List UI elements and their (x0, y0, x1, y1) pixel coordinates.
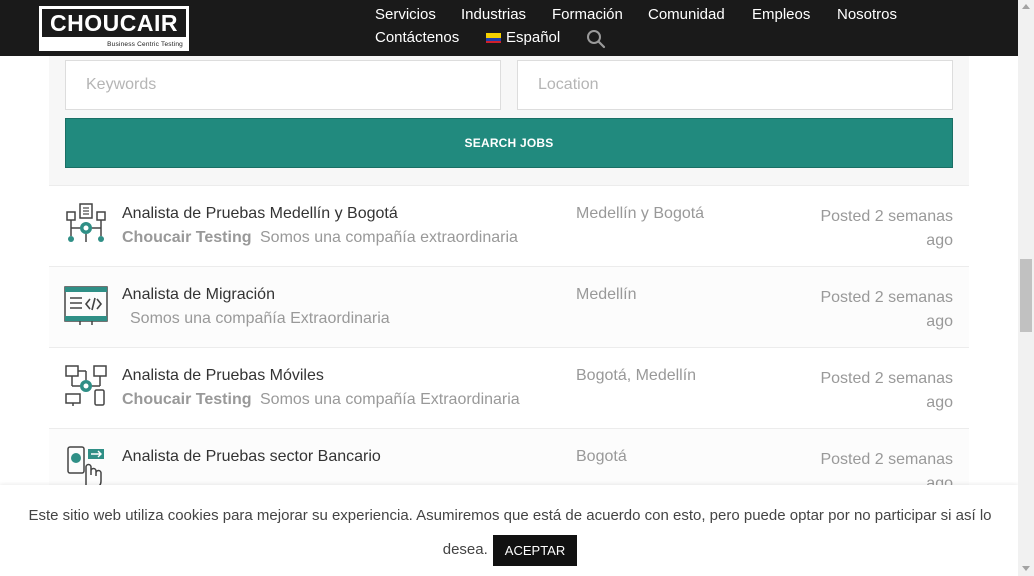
job-location: Medellín y Bogotá (576, 205, 705, 222)
language-label: Español (506, 29, 561, 46)
job-listings: Analista de Pruebas Medellín y Bogotá Ch… (49, 185, 969, 509)
accept-cookies-button[interactable]: ACEPTAR (492, 534, 578, 566)
job-posted-date: Posted 2 semanas ago (820, 289, 953, 330)
page-scrollbar[interactable] (1018, 0, 1034, 576)
job-row[interactable]: Analista de Pruebas Medellín y Bogotá Ch… (49, 185, 969, 266)
page: CHOUCAIR Business Centric Testing Servic… (0, 0, 1034, 576)
nav-empleos[interactable]: Empleos (752, 6, 810, 23)
banking-touch-icon (67, 446, 104, 488)
nav-industrias[interactable]: Industrias (461, 6, 526, 23)
nav-servicios[interactable]: Servicios (375, 6, 436, 23)
job-row[interactable]: Analista de Migración Somos una compañía… (49, 266, 969, 347)
nav-formacion[interactable]: Formación (552, 6, 623, 23)
location-input[interactable]: Location (517, 60, 953, 110)
nav-comunidad[interactable]: Comunidad (648, 6, 725, 23)
job-search-panel: Keywords Location SEARCH JOBS (49, 56, 969, 185)
choucair-logo[interactable]: CHOUCAIR Business Centric Testing (39, 6, 189, 51)
mobile-devices-icon (65, 365, 107, 406)
logo-tagline: Business Centric Testing (107, 41, 183, 48)
scroll-down-arrow-icon[interactable] (1022, 566, 1030, 571)
scroll-up-arrow-icon[interactable] (1022, 4, 1030, 9)
job-posted-date: Posted 2 semanas ago (820, 370, 953, 411)
job-company: Choucair Testing (122, 229, 252, 246)
language-switcher[interactable]: Español (486, 29, 560, 46)
keywords-input[interactable]: Keywords (65, 60, 501, 110)
site-header: CHOUCAIR Business Centric Testing Servic… (0, 0, 1018, 56)
cookie-banner: Este sitio web utiliza cookies para mejo… (0, 485, 1018, 576)
search-icon[interactable] (586, 29, 606, 49)
job-posted-date: Posted 2 semanas ago (820, 208, 953, 249)
network-process-icon (66, 203, 106, 242)
scrollbar-thumb[interactable] (1020, 259, 1032, 332)
job-row[interactable]: Analista de Pruebas Móviles Choucair Tes… (49, 347, 969, 428)
job-title[interactable]: Analista de Pruebas Móviles (122, 367, 324, 385)
cookie-message: Este sitio web utiliza cookies para mejo… (10, 499, 1010, 567)
nav-nosotros[interactable]: Nosotros (837, 6, 897, 23)
job-tagline: Somos una compañía extraordinaria (260, 229, 518, 246)
logo-wordmark: CHOUCAIR (42, 9, 186, 37)
job-title[interactable]: Analista de Pruebas Medellín y Bogotá (122, 205, 398, 223)
job-location: Medellín (576, 286, 637, 303)
job-location: Bogotá (576, 448, 627, 465)
job-title[interactable]: Analista de Pruebas sector Bancario (122, 448, 381, 466)
job-title[interactable]: Analista de Migración (122, 286, 275, 304)
search-jobs-button[interactable]: SEARCH JOBS (65, 118, 953, 168)
job-location: Bogotá, Medellín (576, 367, 697, 384)
code-screen-icon (64, 286, 108, 325)
nav-contactenos[interactable]: Contáctenos (375, 29, 459, 46)
job-tagline: Somos una compañía Extraordinaria (130, 310, 390, 327)
job-tagline: Somos una compañía Extraordinaria (260, 391, 520, 408)
colombia-flag-icon (486, 33, 501, 43)
job-company: Choucair Testing (122, 391, 252, 408)
